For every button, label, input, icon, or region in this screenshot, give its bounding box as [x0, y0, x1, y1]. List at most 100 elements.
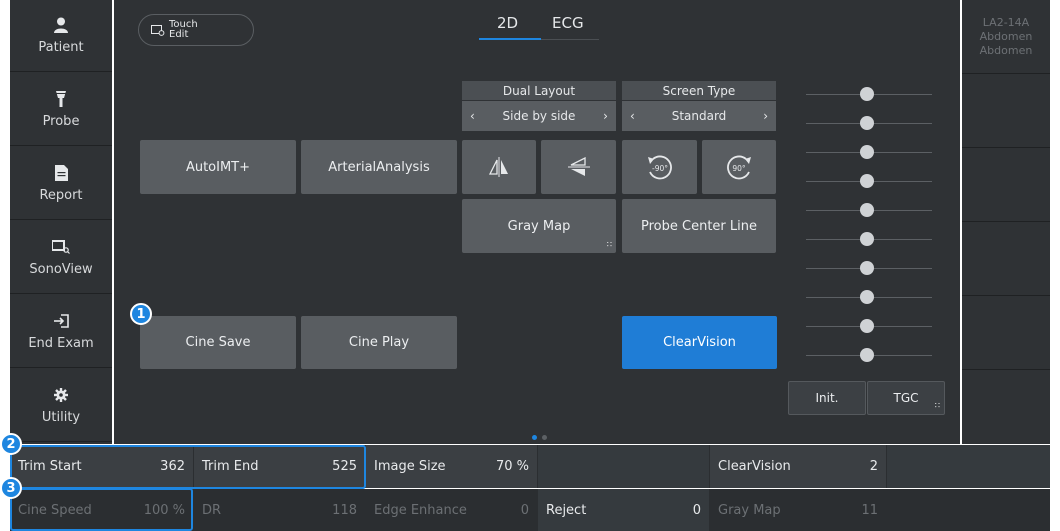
sidebar-item-label: Report: [39, 188, 83, 203]
sidebar-item-label: SonoView: [29, 262, 93, 277]
param-label: Gray Map: [718, 503, 781, 518]
param-label: Image Size: [374, 459, 446, 474]
empty-cell: [962, 223, 1050, 296]
flip-horizontal-button[interactable]: [462, 140, 536, 194]
sidebar-item-report[interactable]: Report: [10, 148, 112, 220]
flip-horizontal-icon: [488, 157, 508, 177]
sidebar-item-patient[interactable]: Patient: [10, 0, 112, 72]
tgc-slider-knob[interactable]: [860, 319, 874, 333]
flip-vertical-button[interactable]: [541, 140, 616, 194]
param-dr[interactable]: DR 118: [194, 489, 365, 531]
rotate-left-button[interactable]: -90°: [622, 140, 697, 194]
cine-play-button[interactable]: Cine Play: [301, 316, 457, 369]
sidebar-item-label: End Exam: [28, 336, 94, 351]
param-value: 0: [520, 503, 529, 518]
screen-type-selector[interactable]: ‹ Standard ›: [622, 101, 776, 131]
tgc-label: TGC: [893, 391, 919, 405]
param-value: 0: [692, 503, 701, 518]
empty-cell: [962, 75, 1050, 148]
sidebar-item-probe[interactable]: Probe: [10, 74, 112, 146]
dual-layout-selector[interactable]: ‹ Side by side ›: [462, 101, 616, 131]
tgc-button[interactable]: TGC ∷: [867, 381, 945, 415]
param-clearvision[interactable]: ClearVision 2: [710, 445, 886, 488]
tgc-slider-knob[interactable]: [860, 348, 874, 362]
sidebar-item-sonoview[interactable]: SonoView: [10, 222, 112, 294]
param-label: Edge Enhance: [374, 503, 467, 518]
more-options-icon: ∷: [934, 401, 940, 410]
param-label: ClearVision: [718, 459, 791, 474]
empty-cell: [962, 297, 1050, 370]
sidebar-item-utility[interactable]: Utility: [10, 370, 112, 442]
callout-badge-3: 3: [0, 477, 22, 499]
tab-underline: [541, 39, 599, 40]
cine-save-button[interactable]: Cine Save: [140, 316, 296, 369]
tgc-slider-knob[interactable]: [860, 87, 874, 101]
probe-info-panel: LA2-14A Abdomen Abdomen: [962, 0, 1050, 444]
chevron-left-icon[interactable]: ‹: [470, 109, 475, 123]
probe-name: LA2-14A: [982, 16, 1030, 29]
end-exam-icon: [52, 312, 70, 330]
param-image-size[interactable]: Image Size 70 %: [366, 445, 537, 488]
tgc-slider-knob[interactable]: [860, 116, 874, 130]
param-empty: [887, 445, 1050, 488]
callout-badge-1: 1: [130, 303, 152, 325]
tgc-slider-knob[interactable]: [860, 203, 874, 217]
gear-icon: [52, 386, 70, 404]
param-empty: [887, 489, 1050, 531]
sidebar-item-end-exam[interactable]: End Exam: [10, 296, 112, 368]
sidebar-item-label: Probe: [42, 114, 80, 129]
chevron-left-icon[interactable]: ‹: [630, 109, 635, 123]
screen-type-value: Standard: [671, 109, 727, 123]
sidebar: Patient Probe Report SonoView End Exam U…: [10, 0, 112, 444]
param-edge-enhance[interactable]: Edge Enhance 0: [366, 489, 537, 531]
person-icon: [52, 16, 70, 34]
callout-badge-2: 2: [0, 433, 22, 455]
param-value: 118: [332, 503, 357, 518]
param-value: 11: [861, 503, 878, 518]
sidebar-item-label: Patient: [38, 40, 84, 55]
param-label: Reject: [546, 503, 587, 518]
report-icon: [52, 164, 70, 182]
gray-map-label: Gray Map: [507, 218, 571, 234]
tgc-slider-knob[interactable]: [860, 145, 874, 159]
tab-2d[interactable]: 2D: [497, 14, 518, 32]
touch-edit-sublabel: Edit: [169, 29, 189, 40]
page-indicator-active[interactable]: [532, 435, 537, 440]
param-reject[interactable]: Reject 0: [538, 489, 709, 531]
tgc-init-button[interactable]: Init.: [788, 381, 866, 415]
tab-ecg[interactable]: ECG: [552, 14, 584, 32]
more-options-icon: ∷: [606, 240, 612, 249]
arterial-analysis-button[interactable]: ArterialAnalysis: [301, 140, 457, 194]
param-label: DR: [202, 503, 222, 518]
rotate-left-icon: -90°: [647, 155, 672, 180]
chevron-right-icon[interactable]: ›: [763, 109, 768, 123]
page-indicator[interactable]: [542, 435, 547, 440]
autoimt-button[interactable]: AutoIMT+: [140, 140, 296, 194]
tgc-slider-knob[interactable]: [860, 174, 874, 188]
sonoview-icon: [52, 238, 70, 256]
probe-center-line-button[interactable]: Probe Center Line: [622, 199, 776, 253]
preset-name: Abdomen: [979, 30, 1033, 43]
param-gray-map[interactable]: Gray Map 11: [710, 489, 886, 531]
probe-info[interactable]: LA2-14A Abdomen Abdomen: [962, 0, 1050, 74]
gray-map-button[interactable]: Gray Map ∷: [462, 199, 616, 253]
preset-name-secondary: Abdomen: [979, 44, 1033, 57]
screen-type-header: Screen Type: [622, 81, 776, 100]
rotate-right-button[interactable]: 90°: [702, 140, 776, 194]
chevron-right-icon[interactable]: ›: [603, 109, 608, 123]
highlight-cine-speed: [10, 488, 193, 531]
highlight-trim-cells: [10, 445, 366, 489]
tgc-slider-knob[interactable]: [860, 232, 874, 246]
sidebar-item-label: Utility: [41, 410, 81, 425]
param-value: 2: [869, 459, 878, 474]
probe-icon: [52, 90, 70, 108]
rotate-right-label: 90°: [732, 164, 746, 173]
tgc-slider-knob[interactable]: [860, 290, 874, 304]
param-value: 70 %: [495, 459, 529, 474]
empty-cell: [962, 149, 1050, 222]
touch-edit-button[interactable]: Touch Edit: [138, 14, 254, 46]
clearvision-button[interactable]: ClearVision: [622, 316, 777, 369]
tgc-slider-knob[interactable]: [860, 261, 874, 275]
flip-vertical-icon: [567, 157, 590, 176]
param-empty: [538, 445, 709, 488]
